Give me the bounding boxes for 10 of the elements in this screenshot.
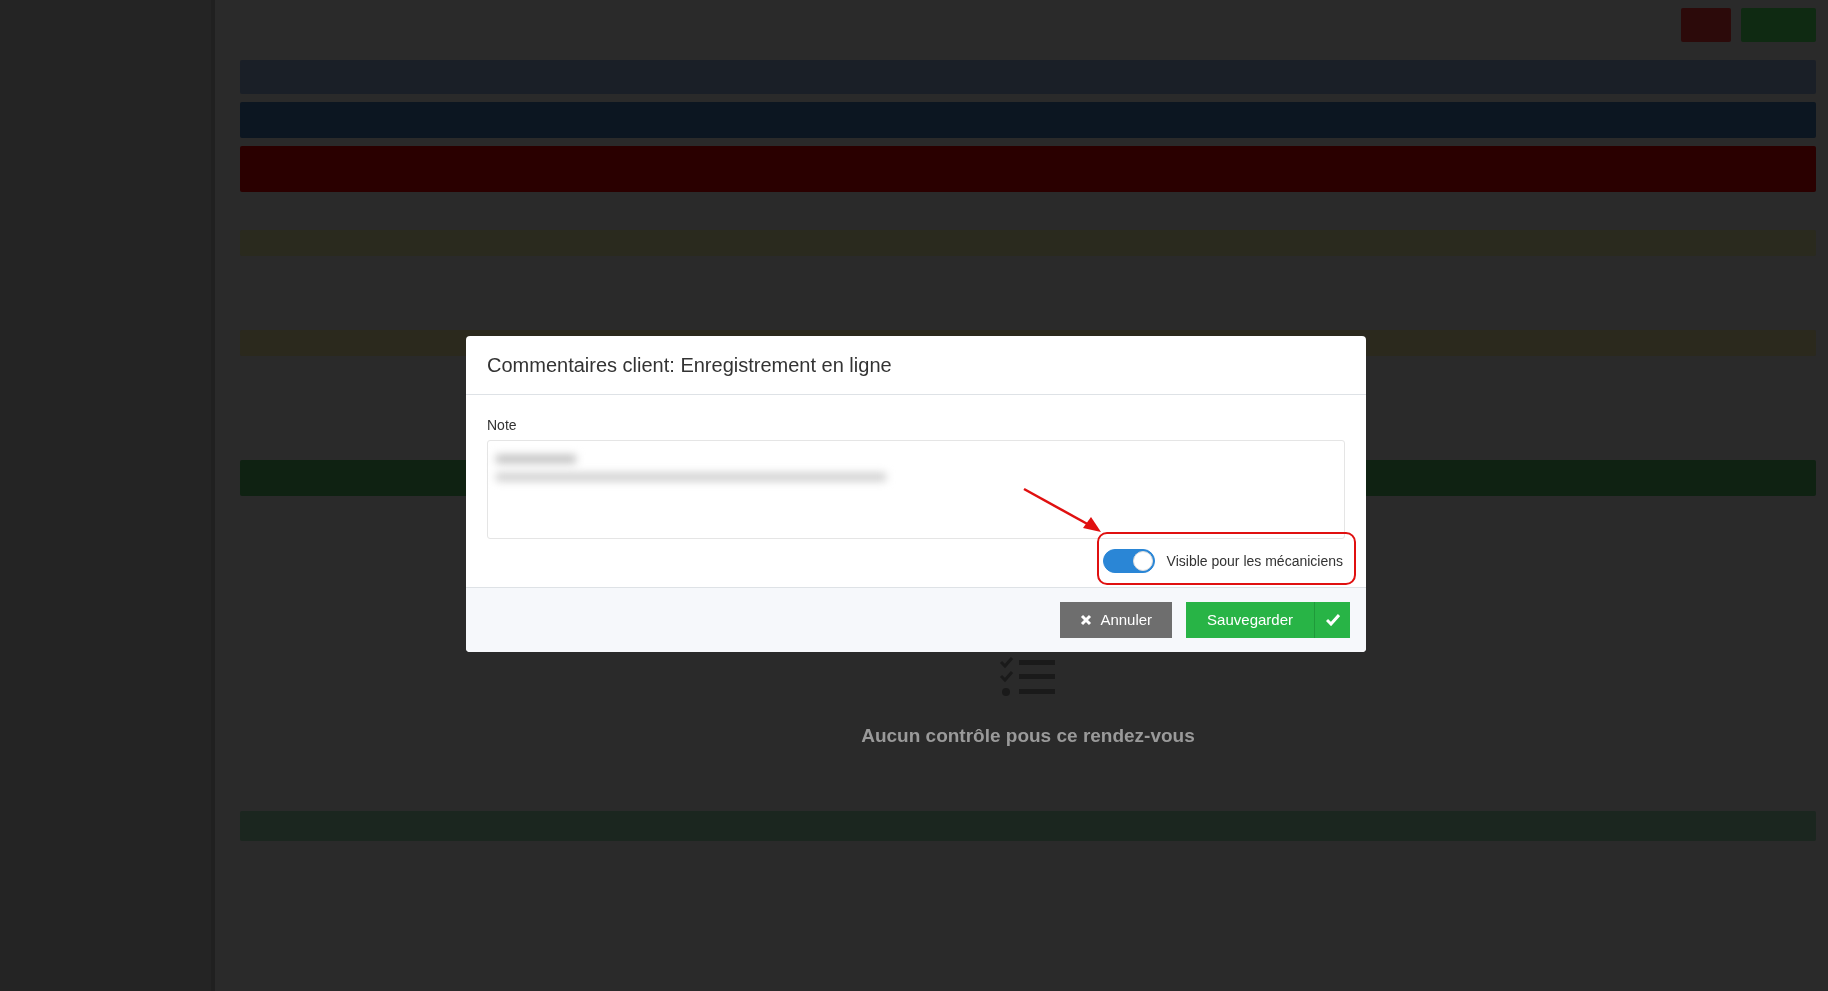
- empty-message: Aucun contrôle pous ce rendez-vous: [861, 724, 1195, 748]
- field-label: Note: [487, 416, 518, 435]
- cancel-button[interactable]: Annuler: [1060, 602, 1173, 638]
- check-icon: [1325, 614, 1340, 626]
- close-icon: [1080, 614, 1093, 626]
- toggle-switch[interactable]: [1102, 549, 1155, 573]
- toggle-label: Visible pour les mécaniciens: [1166, 551, 1343, 571]
- note-field[interactable]: [487, 440, 1345, 539]
- save-button[interactable]: Sauvegarder: [1186, 602, 1350, 638]
- modal-title: Commentaires client: Enregistrement en ligne: [487, 353, 893, 377]
